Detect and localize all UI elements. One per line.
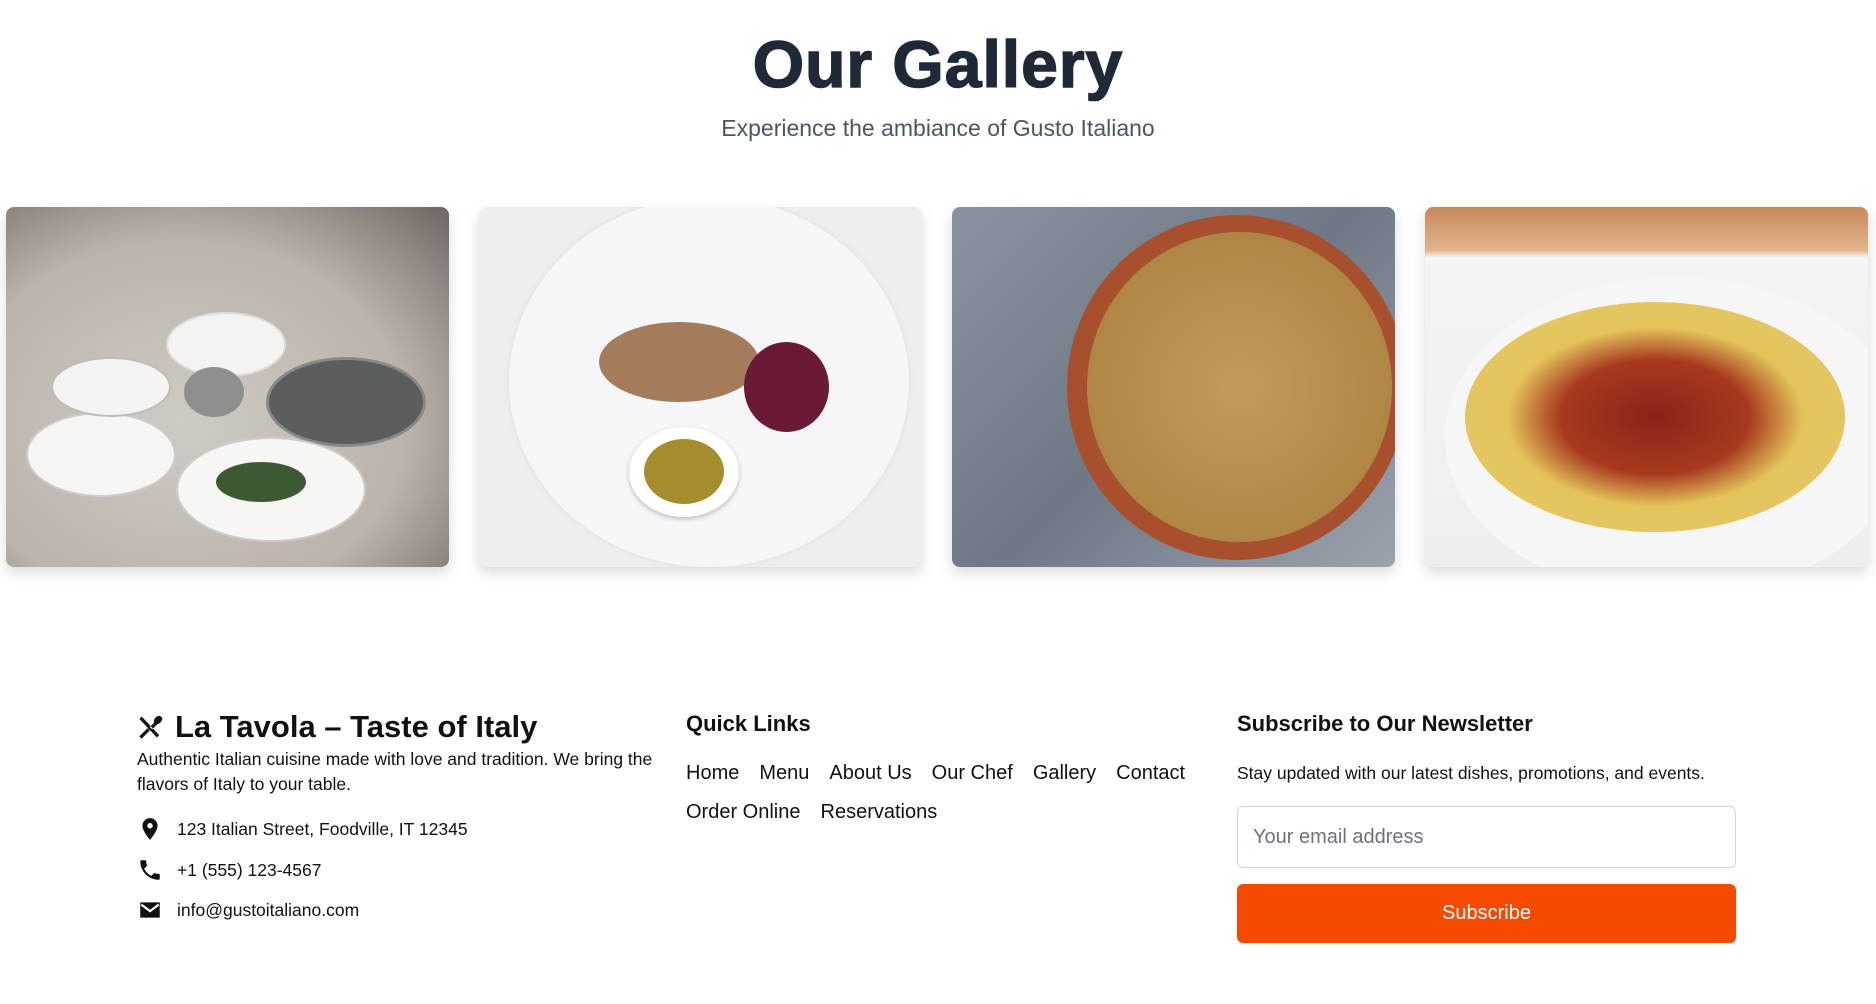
contact-email: info@gustoitaliano.com (137, 897, 359, 923)
link-menu[interactable]: Menu (759, 762, 809, 785)
spaghetti-bowl-image[interactable] (952, 207, 1395, 567)
contact-address: 123 Italian Street, Foodville, IT 12345 (137, 816, 468, 842)
link-reservations[interactable]: Reservations (821, 801, 938, 824)
email-text[interactable]: info@gustoitaliano.com (177, 900, 359, 921)
location-pin-icon (142, 818, 158, 840)
link-our-chef[interactable]: Our Chef (932, 762, 1013, 785)
gallery-grid (6, 207, 1868, 567)
link-home[interactable]: Home (686, 762, 739, 785)
link-gallery[interactable]: Gallery (1033, 762, 1096, 785)
contact-phone: +1 (555) 123-4567 (137, 857, 322, 883)
gallery-title: Our Gallery (752, 26, 1124, 102)
footer-brand: La Tavola – Taste of Italy (137, 709, 537, 745)
phone-icon (140, 860, 160, 880)
gallery-subtitle: Experience the ambiance of Gusto Italian… (721, 115, 1155, 141)
plated-dish-image[interactable] (479, 207, 922, 567)
email-input[interactable] (1237, 806, 1736, 868)
link-order-online[interactable]: Order Online (686, 801, 801, 824)
subscribe-button[interactable]: Subscribe (1237, 884, 1736, 943)
newsletter-title: Subscribe to Our Newsletter (1237, 711, 1533, 736)
utensils-icon (139, 715, 163, 739)
brand-description: Authentic Italian cuisine made with love… (137, 749, 653, 794)
link-about-us[interactable]: About Us (829, 762, 911, 785)
mail-icon (140, 902, 160, 918)
brand-name: La Tavola – Taste of Italy (175, 709, 538, 744)
tortellini-plate-image[interactable] (1425, 207, 1868, 567)
dining-table-image[interactable] (6, 207, 449, 567)
quick-links: Home Menu About Us Our Chef Gallery Cont… (686, 762, 1206, 824)
phone-text[interactable]: +1 (555) 123-4567 (177, 860, 322, 881)
address-text: 123 Italian Street, Foodville, IT 12345 (177, 818, 468, 839)
link-contact[interactable]: Contact (1116, 762, 1185, 785)
newsletter-description: Stay updated with our latest dishes, pro… (1237, 763, 1705, 783)
quick-links-title: Quick Links (686, 711, 811, 736)
